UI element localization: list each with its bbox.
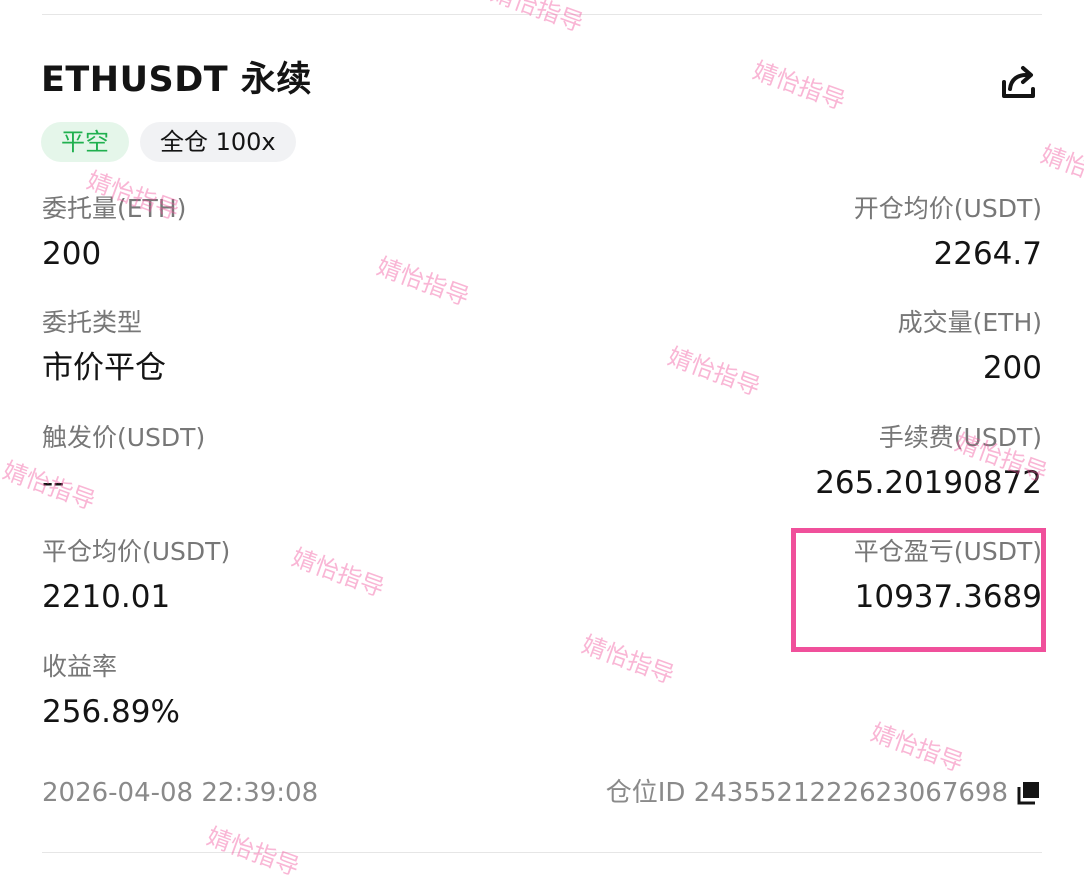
avg-close-price-value: 2210.01 (42, 579, 171, 615)
copy-icon[interactable] (1016, 780, 1042, 806)
filled-qty-value: 200 (982, 350, 1042, 386)
roi-field: 收益率 256.89% (42, 650, 180, 733)
trigger-price-value: -- (42, 465, 65, 501)
top-divider (42, 14, 1042, 15)
order-qty-value: 200 (42, 236, 102, 272)
avg-open-price-field: 开仓均价(USDT) 2264.7 (854, 192, 1042, 275)
share-icon[interactable] (997, 62, 1039, 104)
fee-value: 265.20190872 (815, 465, 1042, 501)
avg-open-price-label: 开仓均价(USDT) (853, 194, 1042, 223)
roi-value: 256.89% (42, 694, 180, 730)
filled-qty-label: 成交量(ETH) (897, 308, 1042, 337)
watermark: 婧怡指导 (373, 252, 474, 312)
order-tags: 平空 全仓 100x (41, 122, 296, 162)
watermark: 婧怡指导 (288, 543, 389, 603)
order-qty-field: 委托量(ETH) 200 (42, 192, 186, 275)
position-id-text: 仓位ID 2435521222623067698 (605, 778, 1008, 808)
watermark: 婧怡指导 (487, 0, 588, 38)
avg-open-price-value: 2264.7 (933, 236, 1042, 272)
roi-label: 收益率 (42, 652, 118, 681)
pnl-highlight-box (791, 528, 1046, 652)
order-time: 2026-04-08 22:39:08 (42, 778, 319, 808)
order-type-label: 委托类型 (42, 308, 143, 337)
filled-qty-field: 成交量(ETH) 200 (898, 306, 1042, 389)
fee-field: 手续费(USDT) 265.20190872 (815, 421, 1042, 504)
watermark: 婧怡指导 (749, 56, 850, 116)
trigger-price-label: 触发价(USDT) (42, 423, 206, 452)
order-qty-label: 委托量(ETH) (42, 194, 187, 223)
margin-mode-badge: 全仓 100x (140, 122, 296, 162)
watermark: 婧怡指导 (867, 718, 968, 778)
avg-close-price-field: 平仓均价(USDT) 2210.01 (42, 535, 230, 618)
trigger-price-field: 触发价(USDT) -- (42, 421, 205, 504)
watermark: 婧怡指导 (1037, 140, 1084, 200)
watermark: 婧怡指导 (578, 630, 679, 690)
bottom-divider (42, 852, 1042, 853)
position-id: 仓位ID 2435521222623067698 (606, 775, 1042, 811)
watermark: 婧怡指导 (664, 342, 765, 402)
side-badge: 平空 (41, 122, 129, 162)
page-title: ETHUSDT 永续 (41, 60, 312, 100)
order-type-field: 委托类型 市价平仓 (42, 306, 166, 389)
watermark: 婧怡指导 (203, 822, 304, 882)
order-type-value: 市价平仓 (42, 350, 166, 386)
avg-close-price-label: 平仓均价(USDT) (42, 537, 231, 566)
fee-label: 手续费(USDT) (878, 423, 1042, 452)
